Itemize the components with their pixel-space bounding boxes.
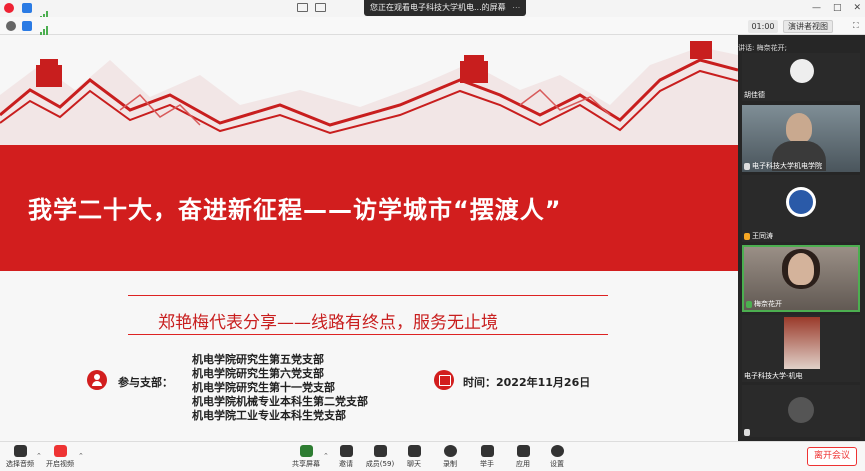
divider-bottom (128, 334, 608, 335)
avatar (790, 59, 814, 83)
branch-item: 机电学院机械专业本科生第二党支部 (192, 395, 368, 408)
security-icon[interactable] (22, 21, 32, 31)
invite-icon (339, 445, 353, 457)
app-icon (4, 3, 14, 13)
settings-button[interactable]: 设置 (537, 445, 577, 469)
members-icon (373, 445, 387, 457)
shared-slide: 我学二十大，奋进新征程——访学城市“摆渡人” 郑艳梅代表分享——线路有终点，服务… (0, 35, 738, 441)
share-notice-text: 您正在观看电子科技大学机电...的屏幕 (370, 3, 506, 12)
branch-item: 机电学院研究生第十一党支部 (192, 381, 335, 394)
participant-name (744, 428, 752, 436)
participant-tile[interactable]: 胡佳德 (742, 53, 860, 101)
slide-subtitle: 郑艳梅代表分享——线路有终点，服务无止境 (158, 313, 498, 333)
leave-meeting-button[interactable]: 离开会议 (806, 447, 857, 466)
mic-icon (744, 232, 750, 240)
video-off-icon (53, 445, 67, 457)
minimize-icon[interactable]: — (812, 2, 821, 14)
raise-hand-button[interactable]: 举手 (467, 445, 507, 469)
meeting-window: 您正在观看电子科技大学机电...的屏幕 ⋯ — □ ✕ 01:00 演讲者视图 … (0, 0, 865, 471)
more-options-icon[interactable]: ⋯ (512, 3, 520, 12)
chat-icon (407, 445, 421, 457)
network-icon[interactable] (40, 21, 48, 36)
chevron-up-icon[interactable]: ⌃ (78, 452, 84, 460)
close-icon[interactable]: ✕ (853, 2, 861, 14)
branch-item: 机电学院研究生第六党支部 (192, 367, 324, 380)
meeting-toolbar: 选择音频 ⌃ 开启视频 ⌃ 共享屏幕 ⌃ 邀请 成员(59) 聊天 录制 举手 … (0, 441, 865, 471)
face (786, 113, 812, 143)
signal-icon[interactable] (40, 4, 48, 19)
participant-name: 胡佳德 (744, 91, 765, 99)
face-front (788, 253, 814, 285)
record-icon (443, 445, 457, 457)
great-wall-illustration (0, 41, 738, 147)
branch-list: 机电学院研究生第五党支部 机电学院研究生第六党支部 机电学院研究生第十一党支部 … (192, 353, 368, 423)
apps-icon (516, 445, 530, 457)
calendar-icon (434, 370, 454, 390)
view-mode-button[interactable]: 演讲者视图 (783, 20, 833, 33)
meeting-info-bar (0, 17, 865, 36)
share-notice-badge[interactable]: 您正在观看电子科技大学机电...的屏幕 ⋯ (364, 0, 527, 16)
avatar (788, 397, 814, 423)
headphone-icon (13, 445, 27, 457)
settings-icon (550, 445, 564, 457)
branch-item: 机电学院研究生第五党支部 (192, 353, 324, 366)
participant-tile[interactable]: 电子科技大学-机电 (742, 315, 860, 382)
slide-title: 我学二十大，奋进新征程——访学城市“摆渡人” (28, 196, 562, 224)
participant-tile[interactable]: 王同涛 (742, 175, 860, 242)
participant-name: 电子科技大学-机电 (744, 372, 803, 380)
chat-button[interactable]: 聊天 (394, 445, 434, 469)
video-button[interactable]: 开启视频 (40, 445, 80, 469)
raise-hand-icon (480, 445, 494, 457)
participant-name: 梅奈花开 (746, 299, 782, 309)
audio-button[interactable]: 选择音频 (0, 445, 40, 469)
mic-icon (744, 162, 750, 170)
branch-label: 参与支部： (118, 376, 173, 389)
mic-icon (744, 428, 750, 436)
window-mode-icon[interactable] (297, 3, 308, 12)
share-screen-button[interactable]: 共享屏幕 (286, 445, 326, 469)
participant-name: 王同涛 (744, 231, 773, 241)
divider-top (128, 295, 608, 296)
participant-tile[interactable] (742, 385, 860, 437)
participant-tile[interactable]: 梅奈花开 (742, 245, 860, 312)
speaking-indicator: 讲话: 梅奈花开; (738, 44, 787, 52)
window-controls: — □ ✕ (812, 2, 861, 14)
fullscreen-icon[interactable]: ⛶ (853, 21, 859, 31)
event-time: 时间：2022年11月26日 (463, 376, 591, 389)
share-screen-icon (299, 445, 313, 457)
minimize-window-icon[interactable] (315, 3, 326, 12)
university-logo (786, 187, 816, 217)
record-button[interactable]: 录制 (430, 445, 470, 469)
video-feed (784, 317, 820, 369)
shield-icon[interactable] (22, 3, 32, 13)
branch-item: 机电学院工业专业本科生党支部 (192, 409, 346, 422)
title-bar: 您正在观看电子科技大学机电...的屏幕 ⋯ — □ ✕ (0, 0, 865, 19)
info-icon[interactable] (6, 21, 16, 31)
mic-icon (746, 300, 752, 308)
maximize-icon[interactable]: □ (833, 2, 842, 14)
person-icon (87, 370, 107, 390)
participant-panel: 讲话: 梅奈花开; 胡佳德 电子科技大学机电学院 王同涛 梅奈花开 电子科技大学… (738, 35, 865, 441)
meeting-timer: 01:00 (748, 20, 778, 33)
participant-tile[interactable]: 电子科技大学机电学院 (742, 105, 860, 172)
participant-name: 电子科技大学机电学院 (744, 161, 822, 171)
